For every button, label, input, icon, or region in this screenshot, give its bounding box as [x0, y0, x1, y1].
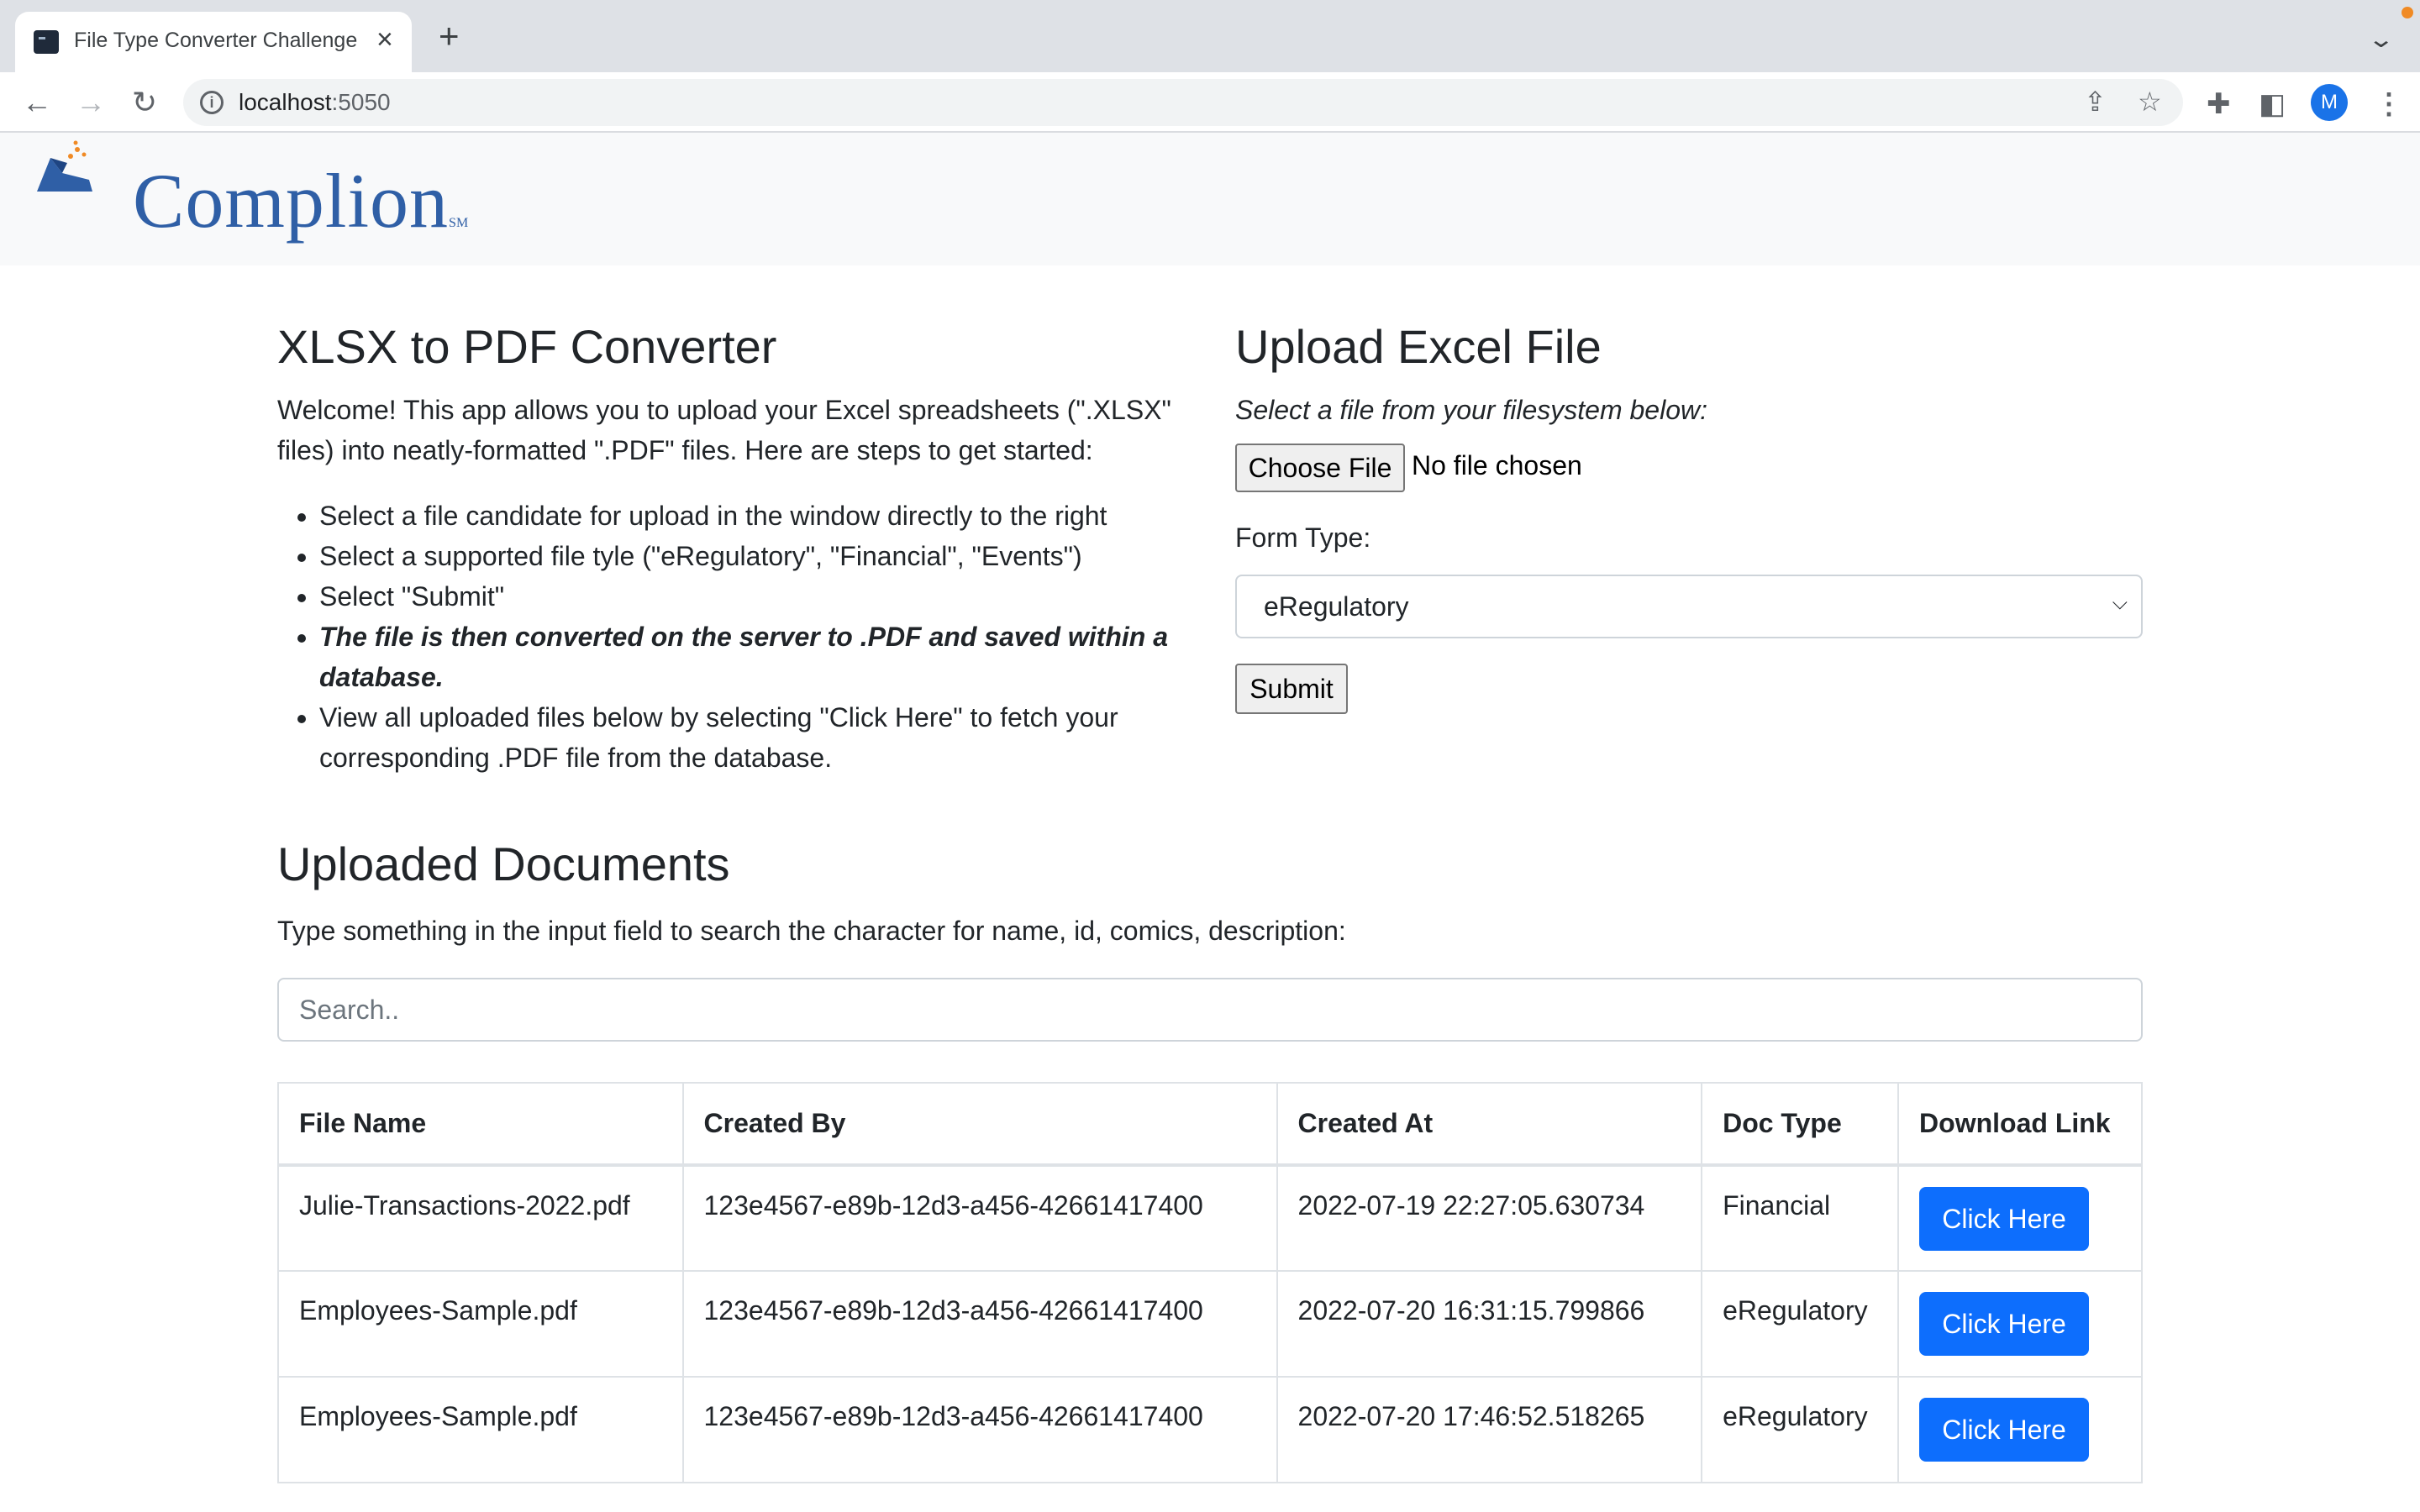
- cell-doc-type: eRegulatory: [1701, 1376, 1900, 1483]
- documents-instructions: Type something in the input field to sea…: [277, 916, 1346, 946]
- intro-description: Welcome! This app allows you to upload y…: [277, 395, 1171, 465]
- list-item: Select a file candidate for upload in th…: [319, 496, 1218, 536]
- browser-toolbar: ← → ↻ i localhost:5050 ⇪ ☆ ✚ ◧ M ⋮: [0, 72, 2420, 133]
- reload-icon[interactable]: ↻: [123, 81, 166, 124]
- search-input[interactable]: [277, 978, 2143, 1042]
- download-button[interactable]: Click Here: [1919, 1398, 2090, 1462]
- upload-hint: Select a file from your filesystem below…: [1235, 395, 1707, 425]
- column-header-download-link: Download Link: [1897, 1082, 2143, 1167]
- tab-search-chevron-icon[interactable]: ⌄: [2367, 25, 2395, 53]
- form-type-label: Form Type:: [1235, 522, 1371, 553]
- cell-download: Click Here: [1897, 1164, 2143, 1272]
- menu-kebab-icon[interactable]: ⋮: [2375, 87, 2403, 121]
- back-arrow-icon[interactable]: ←: [15, 81, 59, 124]
- column-header-doc-type: Doc Type: [1701, 1082, 1900, 1167]
- new-tab-icon[interactable]: +: [439, 18, 460, 54]
- download-button[interactable]: Click Here: [1919, 1187, 2090, 1251]
- upload-title: Upload Excel File: [1235, 320, 1602, 373]
- logo-mark-icon: [37, 140, 92, 192]
- no-file-label: No file chosen: [1412, 450, 1582, 480]
- site-navbar: ComplionSM: [0, 133, 2420, 265]
- choose-file-button[interactable]: Choose File: [1235, 444, 1405, 492]
- table-row: Employees-Sample.pdf 123e4567-e89b-12d3-…: [277, 1376, 2143, 1483]
- update-dot-icon: [2402, 7, 2413, 18]
- documents-table: File Name Created By Created At Doc Type…: [277, 1082, 2143, 1483]
- list-item: Select a supported file tyle ("eRegulato…: [319, 536, 1218, 576]
- chevron-down-icon: ⌵: [2112, 591, 2128, 614]
- cell-file-name: Employees-Sample.pdf: [277, 1270, 684, 1378]
- cell-created-at: 2022-07-19 22:27:05.630734: [1276, 1164, 1703, 1272]
- steps-list: Select a file candidate for upload in th…: [319, 496, 1218, 778]
- documents-title: Uploaded Documents: [277, 837, 730, 890]
- list-item: Select "Submit": [319, 576, 1218, 617]
- intro-title: XLSX to PDF Converter: [277, 320, 777, 373]
- cell-download: Click Here: [1897, 1270, 2143, 1378]
- form-type-value: eRegulatory: [1264, 591, 1409, 622]
- table-row: Employees-Sample.pdf 123e4567-e89b-12d3-…: [277, 1270, 2143, 1378]
- cell-created-by: 123e4567-e89b-12d3-a456-42661417400: [681, 1270, 1278, 1378]
- share-icon[interactable]: ⇪: [2084, 86, 2107, 118]
- cell-created-by: 123e4567-e89b-12d3-a456-42661417400: [681, 1376, 1278, 1483]
- browser-tab-strip: File Type Converter Challenge × + ⌄: [0, 0, 2420, 72]
- form-type-select[interactable]: eRegulatory ⌵: [1235, 575, 2143, 638]
- cell-created-at: 2022-07-20 17:46:52.518265: [1276, 1376, 1703, 1483]
- profile-avatar[interactable]: M: [2311, 84, 2348, 121]
- cell-doc-type: Financial: [1701, 1164, 1900, 1272]
- cell-file-name: Employees-Sample.pdf: [277, 1376, 684, 1483]
- cell-doc-type: eRegulatory: [1701, 1270, 1900, 1378]
- site-info-icon[interactable]: i: [200, 91, 224, 114]
- list-item: The file is then converted on the server…: [319, 617, 1218, 697]
- terminal-favicon-icon: [34, 30, 59, 54]
- address-bar[interactable]: i localhost:5050 ⇪ ☆: [183, 79, 2183, 126]
- tab-title: File Type Converter Challenge: [74, 29, 358, 52]
- side-panel-icon[interactable]: ◧: [2259, 87, 2286, 121]
- submit-button[interactable]: Submit: [1235, 664, 1348, 714]
- extensions-puzzle-icon[interactable]: ✚: [2207, 87, 2231, 121]
- cell-file-name: Julie-Transactions-2022.pdf: [277, 1164, 684, 1272]
- browser-tab[interactable]: File Type Converter Challenge ×: [15, 12, 412, 72]
- forward-arrow-icon[interactable]: →: [69, 81, 113, 124]
- url-text[interactable]: localhost:5050: [239, 89, 391, 116]
- bookmark-star-icon[interactable]: ☆: [2138, 86, 2162, 118]
- logo-wordmark: ComplionSM: [133, 158, 469, 244]
- column-header-created-at: Created At: [1276, 1082, 1703, 1167]
- table-row: Julie-Transactions-2022.pdf 123e4567-e89…: [277, 1164, 2143, 1272]
- column-header-created-by: Created By: [681, 1082, 1278, 1167]
- column-header-file-name: File Name: [277, 1082, 684, 1167]
- cell-download: Click Here: [1897, 1376, 2143, 1483]
- close-tab-icon[interactable]: ×: [376, 25, 393, 54]
- download-button[interactable]: Click Here: [1919, 1292, 2090, 1356]
- cell-created-by: 123e4567-e89b-12d3-a456-42661417400: [681, 1164, 1278, 1272]
- table-header-row: File Name Created By Created At Doc Type…: [277, 1082, 2143, 1167]
- list-item: View all uploaded files below by selecti…: [319, 697, 1218, 778]
- complion-logo[interactable]: ComplionSM: [34, 139, 468, 244]
- cell-created-at: 2022-07-20 16:31:15.799866: [1276, 1270, 1703, 1378]
